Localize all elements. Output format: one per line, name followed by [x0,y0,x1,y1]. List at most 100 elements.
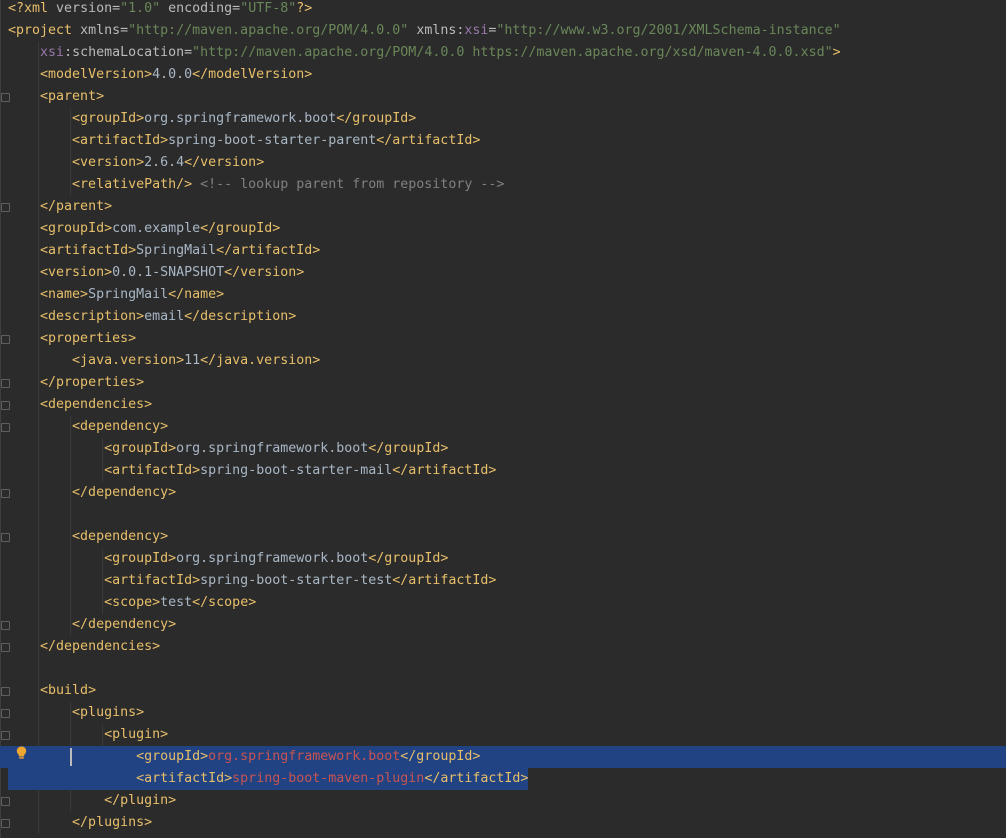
code-text: <relativePath/> <!-- lookup parent from … [8,174,504,196]
code-line[interactable]: <groupId>org.springframework.boot</group… [0,438,1006,460]
code-token: </description> [184,309,297,324]
fold-marker[interactable] [1,203,10,212]
code-token: <groupId> [40,221,113,236]
code-line[interactable]: <plugins> [0,702,1006,724]
code-token: <name> [40,287,89,302]
code-line[interactable]: <dependency> [0,416,1006,438]
fold-marker[interactable] [1,401,10,410]
code-text: <version>0.0.1-SNAPSHOT</version> [8,262,304,284]
code-line[interactable]: <groupId>org.springframework.boot</group… [0,548,1006,570]
code-token: xsi [464,23,489,38]
fold-marker[interactable] [1,687,10,696]
fold-marker[interactable] [1,621,10,630]
code-line[interactable]: <version>2.6.4</version> [0,152,1006,174]
code-line[interactable]: </dependency> [0,482,1006,504]
code-token: </dependencies> [40,639,161,654]
fold-marker[interactable] [1,731,10,740]
fold-marker[interactable] [1,643,10,652]
code-token: <modelVersion> [40,67,153,82]
code-token: spring-boot-maven-plugin [232,771,425,786]
code-token: <dependency> [72,419,169,434]
code-editor[interactable]: <?xml version="1.0" encoding="UTF-8"?> <p… [0,0,1006,838]
code-token: </artifactId> [424,771,529,786]
code-line[interactable]: <dependencies> [0,394,1006,416]
code-line[interactable]: <groupId>org.springframework.boot</group… [0,746,1006,768]
code-line[interactable]: </dependency> [0,614,1006,636]
code-line[interactable]: <parent> [0,86,1006,108]
lightbulb-icon[interactable] [16,746,27,760]
code-token: </artifactId> [392,573,497,588]
fold-marker[interactable] [1,797,10,806]
code-line[interactable]: <build> [0,680,1006,702]
fold-marker[interactable] [1,533,10,542]
code-line[interactable]: </parent> [0,196,1006,218]
code-token: </java.version> [200,353,321,368]
code-token: <version> [72,155,145,170]
code-text: <groupId>org.springframework.boot</group… [8,438,448,460]
code-line[interactable]: <?xml version="1.0" encoding="UTF-8"?> [0,0,1006,20]
code-token: <dependencies> [40,397,153,412]
code-line[interactable]: </properties> [0,372,1006,394]
code-token: <parent> [40,89,105,104]
code-line[interactable]: <artifactId>spring-boot-starter-test</ar… [0,570,1006,592]
code-line[interactable]: <name>SpringMail</name> [0,284,1006,306]
code-line[interactable]: <artifactId>spring-boot-starter-parent</… [0,130,1006,152]
code-line[interactable]: xsi:schemaLocation="http://maven.apache.… [0,42,1006,64]
code-text: <parent> [8,86,104,108]
code-text: </properties> [8,372,144,394]
code-line[interactable]: <artifactId>spring-boot-starter-mail</ar… [0,460,1006,482]
code-token: </parent> [40,199,113,214]
fold-marker[interactable] [1,423,10,432]
code-line[interactable]: <version>0.0.1-SNAPSHOT</version> [0,262,1006,284]
code-token: spring-boot-starter-mail [200,463,393,478]
code-line[interactable] [0,504,1006,526]
code-text: </plugin> [8,790,176,812]
code-line[interactable]: <modelVersion>4.0.0</modelVersion> [0,64,1006,86]
code-line[interactable]: <artifactId>SpringMail</artifactId> [0,240,1006,262]
fold-marker[interactable] [1,379,10,388]
code-token: org.springframework.boot [176,441,369,456]
code-text: <modelVersion>4.0.0</modelVersion> [8,64,312,86]
code-line[interactable]: <java.version>11</java.version> [0,350,1006,372]
code-token: org.springframework.boot [208,749,401,764]
code-line[interactable]: </plugins> [0,812,1006,834]
code-line[interactable]: <description>email</description> [0,306,1006,328]
fold-marker[interactable] [1,819,10,828]
code-text: <artifactId>spring-boot-maven-plugin</ar… [8,768,529,790]
code-token: <!-- lookup parent from repository --> [192,177,505,192]
code-token: <relativePath/> [72,177,193,192]
code-line[interactable]: <dependency> [0,526,1006,548]
code-token: <java.version> [72,353,185,368]
code-line[interactable]: <properties> [0,328,1006,350]
fold-marker[interactable] [1,709,10,718]
fold-marker[interactable] [1,489,10,498]
code-token: email [144,309,185,324]
fold-marker[interactable] [1,335,10,344]
code-line[interactable]: </plugin> [0,790,1006,812]
code-line[interactable]: <groupId>com.example</groupId> [0,218,1006,240]
code-token: </scope> [192,595,257,610]
code-line[interactable] [0,658,1006,680]
code-line[interactable]: <plugin> [0,724,1006,746]
fold-marker[interactable] [1,93,10,102]
code-token: </modelVersion> [192,67,313,82]
code-line[interactable]: <artifactId>spring-boot-maven-plugin</ar… [0,768,1006,790]
code-token: <build> [40,683,97,698]
code-line[interactable]: <relativePath/> <!-- lookup parent from … [0,174,1006,196]
code-token: </artifactId> [376,133,481,148]
code-text: <dependency> [8,526,168,548]
code-text: <project xmlns="http://maven.apache.org/… [8,20,841,42]
code-line[interactable]: </dependencies> [0,636,1006,658]
code-line[interactable]: <scope>test</scope> [0,592,1006,614]
code-line[interactable]: <project xmlns="http://maven.apache.org/… [0,20,1006,42]
code-line[interactable]: <groupId>org.springframework.boot</group… [0,108,1006,130]
code-token: encoding= [160,1,241,16]
